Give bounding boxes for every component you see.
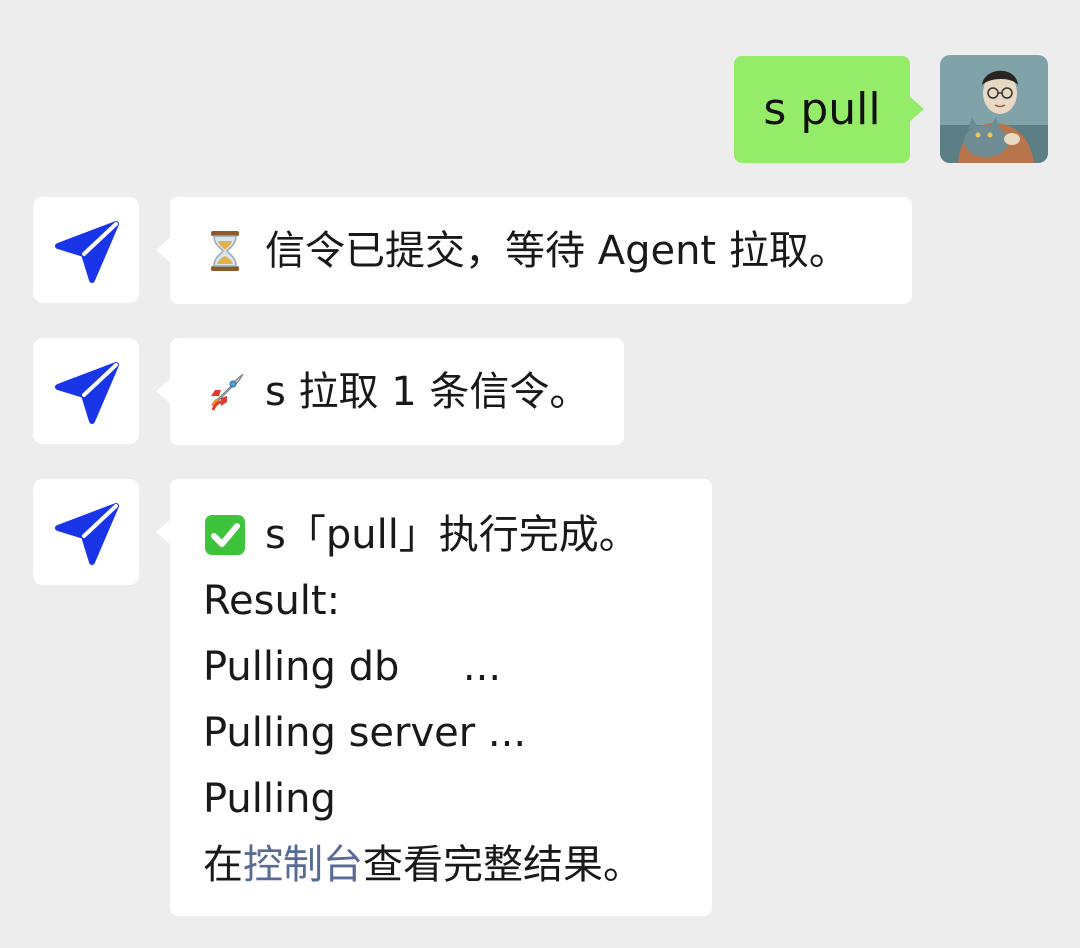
bot-avatar[interactable] xyxy=(33,338,139,444)
bot-avatar[interactable] xyxy=(33,197,139,303)
paper-plane-icon xyxy=(55,362,119,424)
message-text: 信令已提交，等待 Agent 拉取。 xyxy=(265,227,849,274)
outgoing-message-text: s pull xyxy=(763,83,881,135)
incoming-message-bubble[interactable]: s 拉取 1 条信令。 xyxy=(156,338,624,445)
paper-plane-icon xyxy=(55,503,119,565)
outgoing-message-bubble[interactable]: s pull xyxy=(734,56,924,163)
user-avatar[interactable] xyxy=(940,55,1048,163)
message-line: s 拉取 1 条信令。 xyxy=(203,359,589,425)
hourglass-icon xyxy=(211,230,239,271)
message-text: s 拉取 1 条信令。 xyxy=(265,368,590,415)
paper-plane-icon xyxy=(55,221,119,283)
console-link[interactable]: 控制台 xyxy=(243,832,363,898)
message-line: 信令已提交，等待 Agent 拉取。 xyxy=(203,218,849,284)
incoming-message-bubble[interactable]: 信令已提交，等待 Agent 拉取。 xyxy=(156,197,912,304)
outgoing-message-row: s pull xyxy=(0,0,1080,180)
user-portrait-with-cat-avatar xyxy=(940,55,1048,163)
result-line: Pulling xyxy=(203,776,336,822)
incoming-message-bubble[interactable]: s「pull」执行完成。 Result: Pulling db ... Pull… xyxy=(156,479,712,916)
bot-avatar[interactable] xyxy=(33,479,139,585)
result-line: Result: xyxy=(203,578,341,624)
message-title-line: s「pull」执行完成。 xyxy=(203,502,679,568)
footer-prefix: 在 xyxy=(203,842,243,888)
footer-line: 在 控制台 查看完整结果。 xyxy=(203,832,679,898)
check-mark-button-icon xyxy=(205,515,245,555)
footer-suffix: 查看完整结果。 xyxy=(363,842,643,888)
result-line: Pulling db ... xyxy=(203,644,502,690)
result-line: Pulling server ... xyxy=(203,710,527,756)
message-title: s「pull」执行完成。 xyxy=(265,512,639,558)
rocket-icon xyxy=(211,373,244,411)
